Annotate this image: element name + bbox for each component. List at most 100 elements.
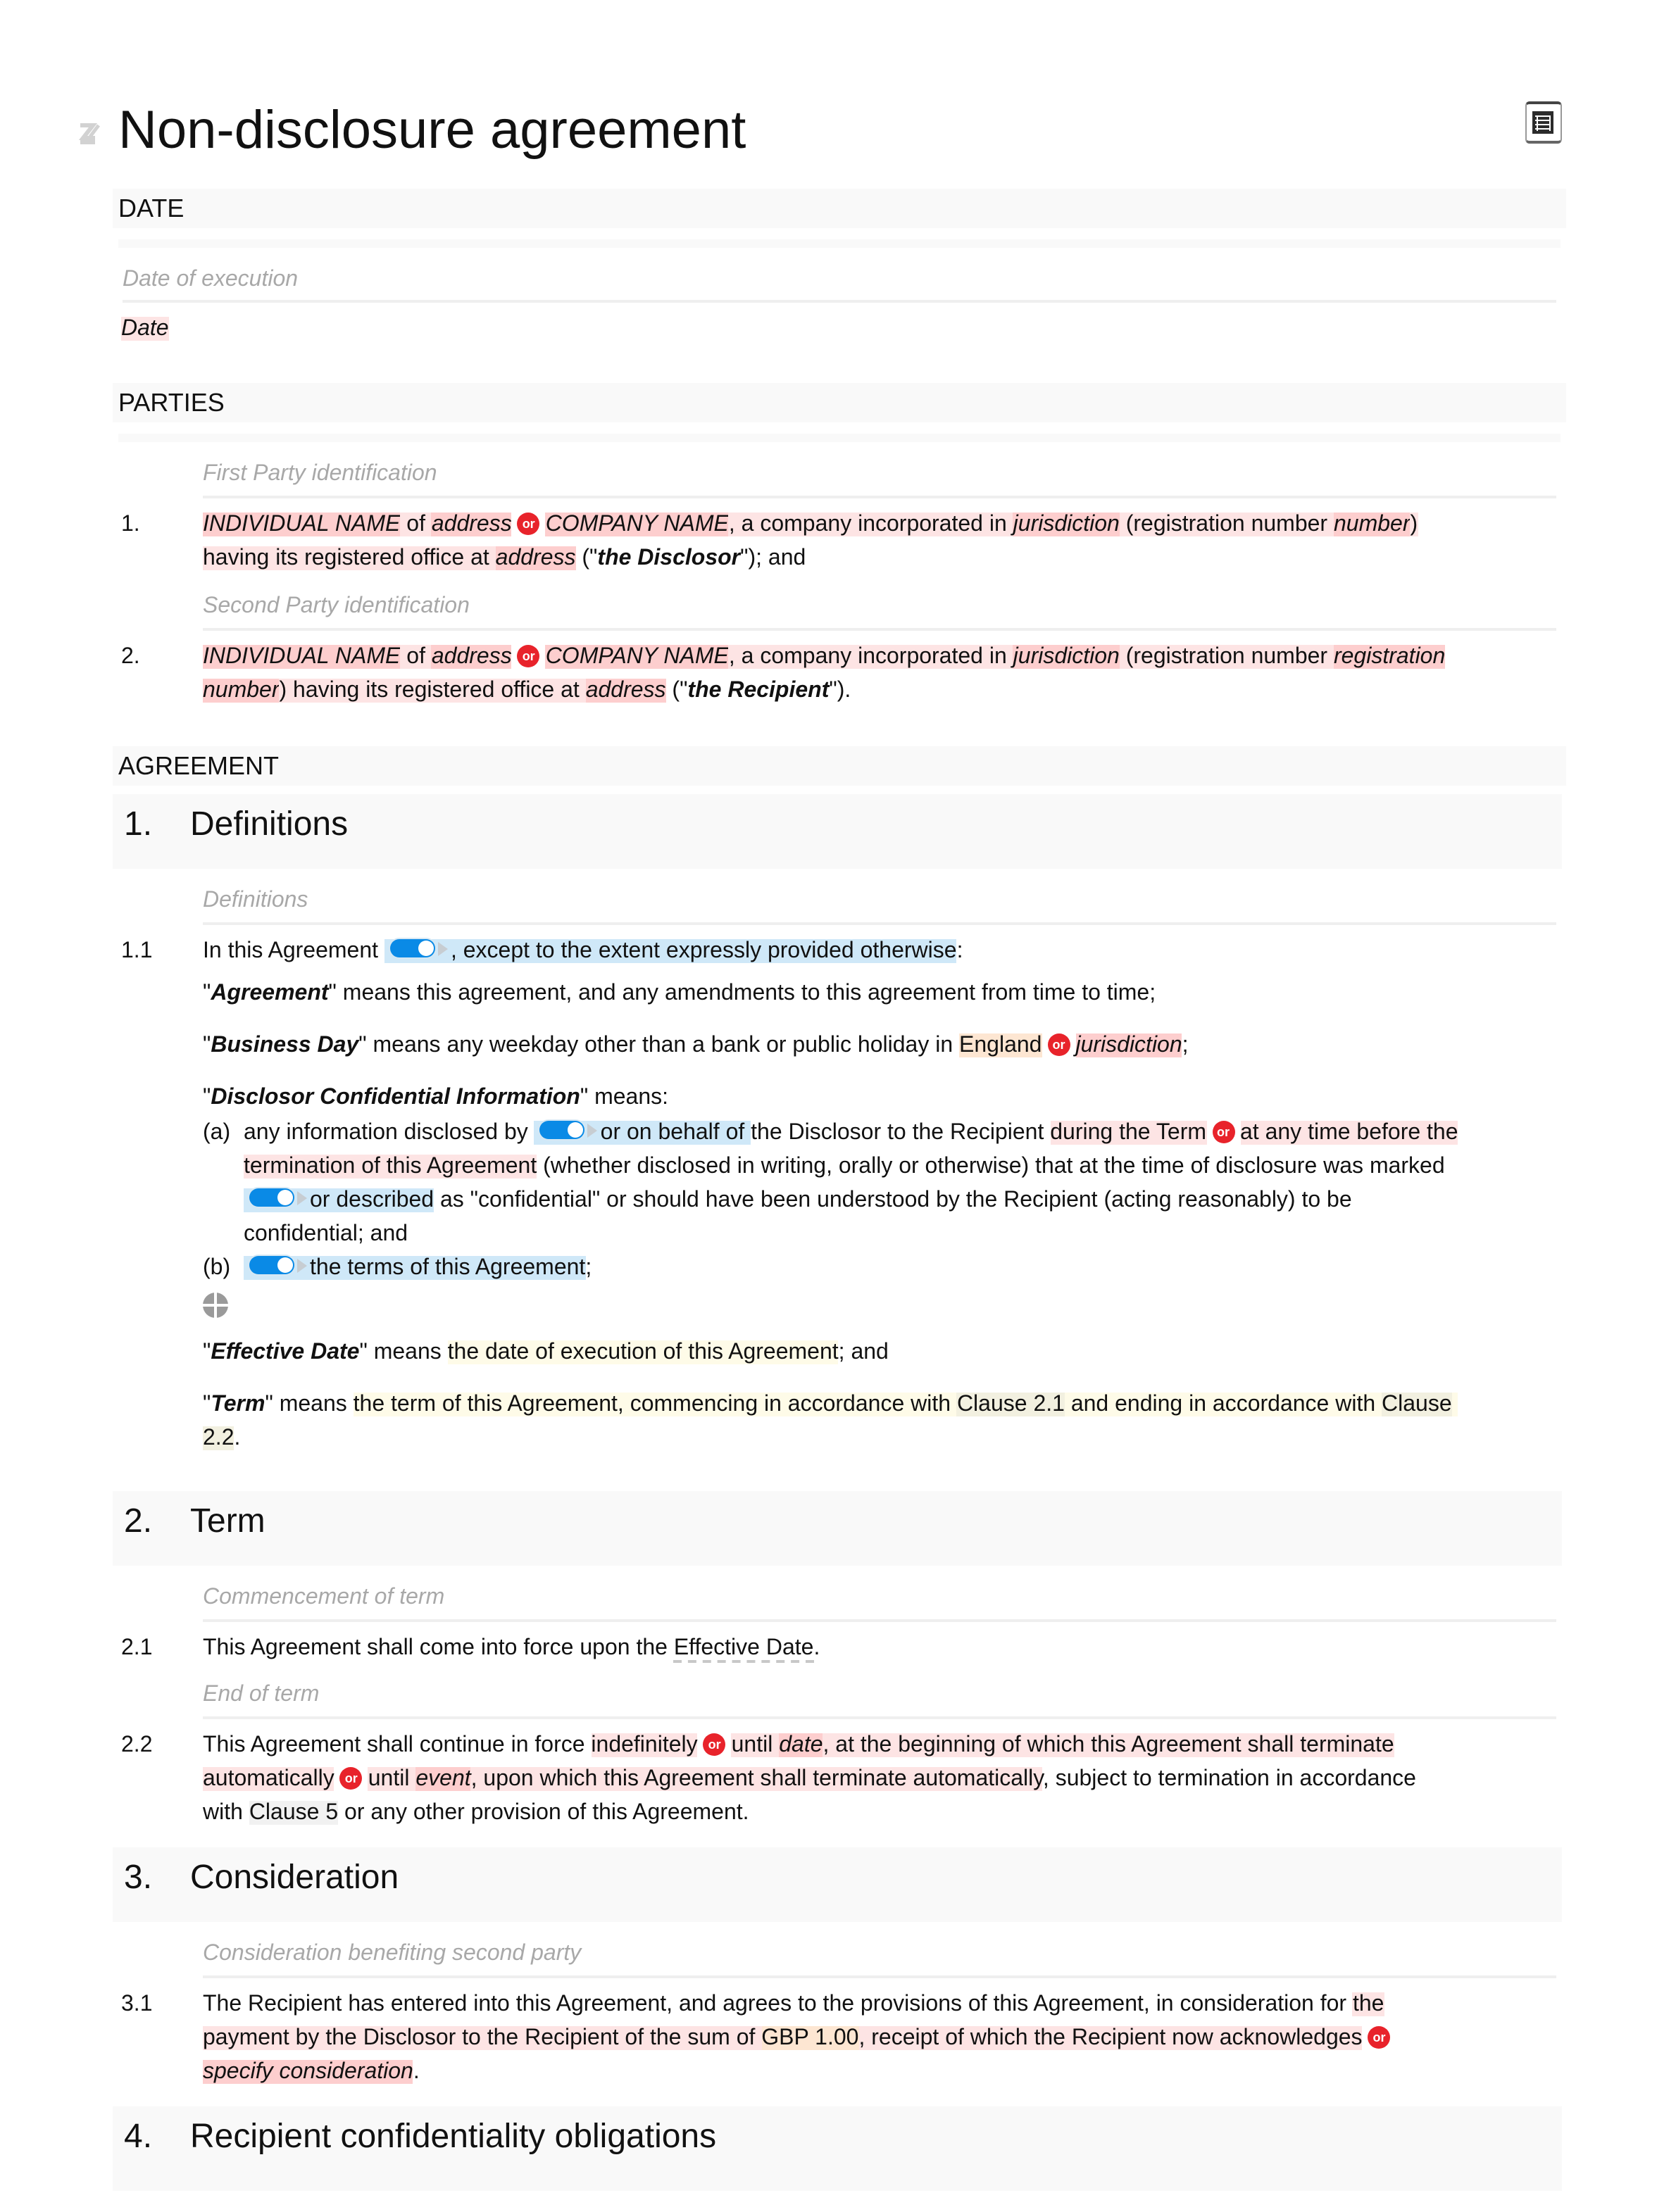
static-text: (registration number — [1119, 513, 1334, 536]
address-field[interactable]: address — [431, 513, 512, 536]
section-divider — [118, 239, 1561, 248]
definition-dci: "Disclosor Confidential Information" mea… — [203, 1086, 669, 1110]
clause-3-1-line-2: payment by the Disclosor to the Recipien… — [203, 2022, 1396, 2056]
static-text: the Disclosor to the Recipient — [751, 1121, 1051, 1145]
jurisdiction-field[interactable]: jurisdiction — [1013, 645, 1120, 669]
expand-arrow-icon[interactable] — [297, 1191, 307, 1205]
date-field[interactable]: date — [779, 1733, 823, 1757]
clause-title: Term — [190, 1502, 265, 1540]
list-label: (b) — [203, 1256, 231, 1280]
or-toggle-button[interactable]: or — [1368, 2026, 1391, 2049]
option-until-date[interactable]: automatically — [203, 1767, 334, 1791]
or-toggle-button[interactable]: or — [517, 645, 540, 667]
static-text: any information disclosed by — [244, 1121, 534, 1145]
static-text: (whether disclosed in writing, orally or… — [537, 1155, 1445, 1179]
clause-title: Definitions — [190, 805, 349, 843]
definition-text: the date of execution of this Agreement — [447, 1340, 839, 1364]
expand-arrow-icon[interactable] — [587, 1124, 598, 1138]
table-of-contents-icon[interactable] — [1525, 101, 1562, 144]
static-text: (registration number — [1119, 645, 1334, 669]
or-toggle-button[interactable]: or — [703, 1733, 726, 1756]
optional-toggle[interactable] — [249, 1188, 294, 1207]
optional-toggle[interactable] — [539, 1121, 585, 1139]
static-text: , a company incorporated in — [728, 645, 1013, 669]
list-label: (a) — [203, 1121, 231, 1145]
jurisdiction-option-england[interactable]: England — [959, 1033, 1042, 1057]
party-2-line-2: number) having its registered office at … — [203, 674, 851, 708]
address-field[interactable]: address — [585, 679, 666, 703]
expand-arrow-icon[interactable] — [437, 942, 448, 956]
defined-term: the Disclosor — [597, 546, 741, 570]
option-payment[interactable]: payment by the Disclosor to the Recipien… — [203, 2026, 1363, 2050]
option-text: until — [368, 1767, 416, 1791]
address-field[interactable]: address — [495, 546, 576, 570]
definition-effective-date: "Effective Date" means the date of execu… — [203, 1340, 889, 1364]
guide-end-of-term: End of term — [203, 1683, 320, 1707]
optional-text: or described — [244, 1188, 434, 1212]
static-text: with — [203, 1801, 249, 1825]
static-text: ; — [585, 1256, 592, 1280]
party-2-line-1: INDIVIDUAL NAME of address or COMPANY NAME… — [203, 641, 1446, 674]
divider — [203, 1619, 1556, 1622]
static-text: "). — [829, 679, 851, 703]
clause-reference-link[interactable]: Clause 2.1 — [956, 1393, 1065, 1416]
party-number: 1. — [121, 513, 140, 536]
date-field[interactable]: Date — [121, 313, 169, 346]
or-toggle-button[interactable]: or — [1212, 1121, 1234, 1143]
individual-name-field[interactable]: INDIVIDUAL NAME — [203, 645, 401, 669]
edit-icon[interactable] — [79, 121, 101, 146]
optional-toggle[interactable] — [389, 939, 435, 957]
clause-reference-link[interactable]: 2.2 — [203, 1426, 234, 1450]
option-before-termination[interactable]: at any time before the — [1240, 1121, 1458, 1145]
clause-1-1: In this Agreement , except to the extent… — [203, 935, 963, 969]
definition-text: and ending in accordance with — [1064, 1393, 1382, 1416]
guide-second-party: Second Party identification — [203, 594, 470, 618]
amount-field[interactable]: GBP 1.00 — [761, 2026, 859, 2050]
defined-term: Term — [211, 1393, 265, 1416]
jurisdiction-field[interactable]: jurisdiction — [1075, 1033, 1182, 1057]
or-toggle-button[interactable]: or — [1047, 1033, 1070, 1056]
clause-2-2-line-1: This Agreement shall continue in force i… — [203, 1729, 1394, 1763]
option-indefinitely[interactable]: indefinitely — [591, 1733, 698, 1757]
clause-reference-link[interactable]: Clause 5 — [249, 1801, 339, 1825]
clause-2-1: This Agreement shall come into force upo… — [203, 1632, 820, 1666]
expand-arrow-icon[interactable] — [297, 1259, 307, 1273]
divider — [203, 496, 1556, 498]
static-text: " means any weekday other than a bank or… — [358, 1033, 960, 1057]
add-circle-icon[interactable] — [203, 1293, 228, 1318]
clause-number: 3.1 — [121, 1992, 153, 2016]
date-input[interactable]: Date — [121, 317, 169, 341]
clause-reference-link[interactable]: Clause — [1382, 1393, 1452, 1416]
optional-text-content: , except to the extent expressly provide… — [450, 939, 957, 963]
option-during-term[interactable]: during the Term — [1050, 1121, 1206, 1145]
optional-toggle[interactable] — [249, 1256, 294, 1274]
option-before-termination[interactable]: termination of this Agreement — [244, 1155, 537, 1179]
option-until-event[interactable]: until event, upon which this Agreement s… — [368, 1767, 1043, 1791]
address-field[interactable]: address — [431, 645, 512, 669]
company-name-field[interactable]: COMPANY NAME — [545, 513, 729, 536]
registration-number-field[interactable]: number — [1333, 513, 1411, 536]
individual-name-field[interactable]: INDIVIDUAL NAME — [203, 513, 401, 536]
static-text: . — [413, 2060, 420, 2084]
definition-business-day: "Business Day" means any weekday other t… — [203, 1033, 1189, 1057]
optional-text: or on behalf of — [534, 1121, 751, 1145]
defined-term-link[interactable]: Effective Date — [673, 1636, 814, 1663]
jurisdiction-field[interactable]: jurisdiction — [1013, 513, 1120, 536]
or-toggle-button[interactable]: or — [517, 513, 540, 535]
defined-term: Business Day — [211, 1033, 359, 1057]
specify-consideration-field[interactable]: specify consideration — [203, 2060, 413, 2084]
option-payment[interactable]: the — [1352, 1992, 1384, 2016]
or-toggle-button[interactable]: or — [339, 1767, 363, 1790]
registration-number-field[interactable]: number — [203, 679, 280, 703]
guide-consideration: Consideration benefiting second party — [203, 1942, 582, 1966]
event-field[interactable]: event — [415, 1767, 471, 1791]
definition-text: the term of this Agreement, commencing i… — [353, 1393, 957, 1416]
option-until-date[interactable]: until date, at the beginning of which th… — [731, 1733, 1394, 1757]
company-name-field[interactable]: COMPANY NAME — [545, 645, 729, 669]
optional-text: the terms of this Agreement — [244, 1256, 586, 1280]
registration-number-field[interactable]: registration — [1333, 645, 1446, 669]
clause-number: 2.1 — [121, 1636, 153, 1660]
static-text: as "confidential" or should have been un… — [434, 1188, 1352, 1212]
defined-term: Agreement — [211, 981, 329, 1005]
option-text: during the Term — [1050, 1121, 1206, 1145]
